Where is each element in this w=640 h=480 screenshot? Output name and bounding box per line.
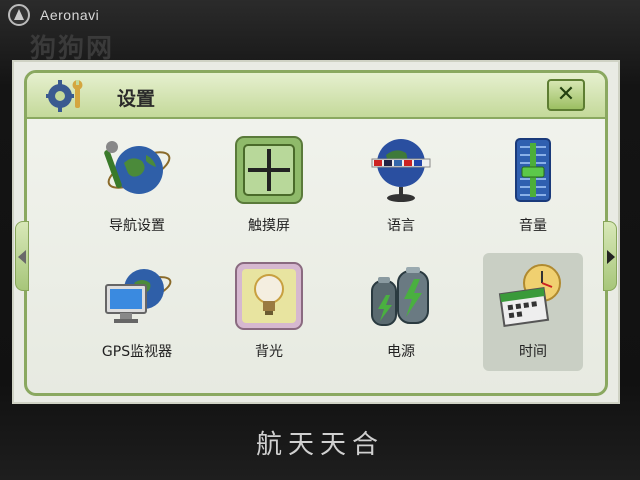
settings-grid: 导航设置 触摸屏 语言 音量 GPS监视器 背光 电源 时间	[27, 119, 605, 389]
globe-wrench-icon	[104, 141, 171, 194]
menu-item-label: 时间	[519, 344, 547, 360]
menu-item-label: 电源	[387, 344, 415, 360]
bottom-brand-label: 航天天合	[255, 430, 384, 460]
device-bezel: Aeronavi 狗狗网 设置 ✕ 导航设置 触摸屏 语言 音量 GPS监视器 …	[0, 0, 640, 480]
menu-item-backlight[interactable]: 背光	[219, 253, 319, 371]
menu-item-navigation-settings[interactable]: 导航设置	[87, 127, 187, 245]
volume-slider-icon	[515, 138, 551, 202]
settings-panel: 设置 ✕ 导航设置 触摸屏 语言 音量 GPS监视器 背光 电源 时间	[15, 70, 617, 396]
brand-name: Aeronavi	[40, 7, 100, 23]
chevron-right-icon	[607, 250, 615, 264]
menu-item-label: 音量	[519, 218, 547, 234]
language-globe-icon	[371, 139, 431, 202]
screen: 设置 ✕ 导航设置 触摸屏 语言 音量 GPS监视器 背光 电源 时间	[12, 60, 620, 404]
close-button[interactable]: ✕	[547, 79, 585, 111]
menu-item-label: GPS监视器	[101, 344, 173, 360]
menu-item-label: 导航设置	[109, 218, 165, 234]
next-page-button[interactable]	[603, 221, 617, 291]
lightbulb-icon	[235, 262, 303, 330]
brand-logo-icon	[8, 4, 30, 26]
menu-item-gps-monitor[interactable]: GPS监视器	[87, 253, 187, 371]
clock-calendar-icon	[498, 264, 561, 328]
battery-icon	[371, 267, 429, 326]
panel-header: 设置 ✕	[27, 73, 605, 119]
menu-item-label: 触摸屏	[248, 218, 290, 234]
menu-item-label: 语言	[387, 218, 415, 234]
menu-item-touchscreen[interactable]: 触摸屏	[219, 127, 319, 245]
crosshair-icon	[235, 136, 303, 204]
menu-item-power[interactable]: 电源	[351, 253, 451, 371]
chevron-left-icon	[18, 250, 26, 264]
menu-item-language[interactable]: 语言	[351, 127, 451, 245]
gps-monitor-icon	[105, 269, 172, 323]
page-title: 设置	[117, 88, 156, 110]
settings-gear-wrench-icon	[46, 80, 83, 112]
menu-item-label: 背光	[255, 344, 283, 360]
menu-item-volume[interactable]: 音量	[483, 127, 583, 245]
menu-item-time[interactable]: 时间	[483, 253, 583, 371]
